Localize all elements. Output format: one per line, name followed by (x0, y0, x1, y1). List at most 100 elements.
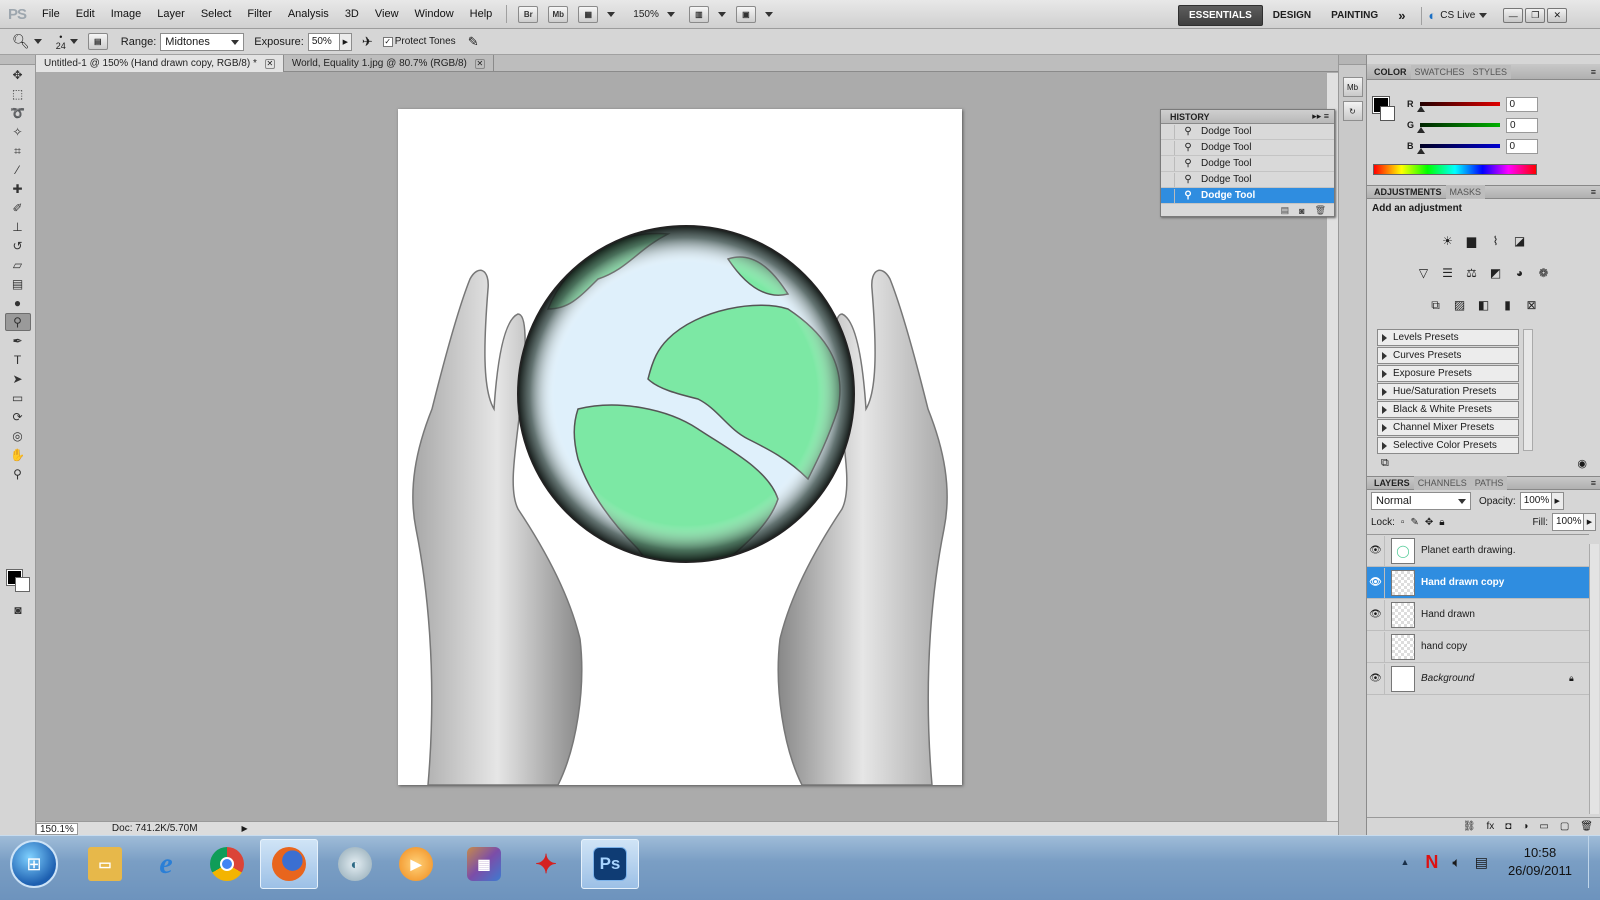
workspace-essentials[interactable]: ESSENTIALS (1178, 5, 1263, 26)
taskbar-image-viewer[interactable]: ▦ (455, 839, 513, 889)
color-slider-r[interactable]: R 0 (1407, 96, 1538, 112)
disclosure-triangle-icon[interactable] (1382, 441, 1387, 450)
exposure-input[interactable]: 50% (307, 32, 340, 51)
show-hidden-icons-icon[interactable]: ▲ (1400, 857, 1409, 867)
chevron-down-icon[interactable] (607, 11, 616, 17)
slider-track[interactable] (1417, 123, 1501, 133)
chevron-down-icon[interactable] (33, 39, 42, 44)
airbrush-icon[interactable]: ✈︎ (362, 34, 373, 50)
background-color-swatch[interactable] (1380, 106, 1395, 121)
black-white-icon[interactable]: ◩ (1486, 264, 1506, 282)
taskbar-chrome[interactable] (198, 839, 256, 889)
document-tab[interactable]: Untitled-1 @ 150% (Hand drawn copy, RGB/… (36, 55, 284, 72)
exposure-slider-toggle[interactable]: ▶ (339, 32, 352, 51)
brush-picker[interactable]: • 24 (56, 32, 66, 51)
taskbar-firefox[interactable] (260, 839, 318, 889)
snapshot-checkbox[interactable] (1161, 172, 1175, 187)
shape-tool-icon[interactable]: ▭ (5, 389, 31, 407)
mini-bridge-button[interactable]: Mb (548, 5, 569, 23)
screen-mode-button[interactable]: ▣ (735, 5, 756, 23)
preset-item[interactable]: Black & White Presets (1377, 401, 1519, 418)
snapshot-checkbox[interactable] (1161, 124, 1175, 139)
network-icon[interactable]: ▤ (1475, 854, 1488, 871)
more-workspaces-button[interactable]: » (1388, 6, 1415, 25)
panel-menu-icon[interactable]: ≡ (1591, 187, 1596, 197)
lock-all-icon[interactable]: 🔒︎ (1439, 517, 1444, 528)
slider-track[interactable] (1416, 144, 1500, 154)
color-spectrum-bar[interactable] (1373, 164, 1537, 175)
threshold-icon[interactable]: ◧ (1474, 296, 1494, 314)
range-select[interactable]: Midtones (160, 32, 245, 51)
healing-brush-tool-icon[interactable]: ✚ (5, 180, 31, 198)
presets-scrollbar[interactable] (1523, 329, 1533, 451)
move-tool-icon[interactable]: ✥ (5, 66, 31, 84)
visibility-eye-icon[interactable]: 👁︎ (1367, 663, 1385, 694)
lock-pixels-icon[interactable]: ✎ (1410, 517, 1418, 528)
disclosure-triangle-icon[interactable] (1382, 369, 1387, 378)
history-item[interactable]: ⚲ Dodge Tool (1161, 124, 1334, 140)
chevron-down-icon[interactable] (666, 11, 675, 17)
disclosure-triangle-icon[interactable] (1382, 351, 1387, 360)
workspace-design[interactable]: DESIGN (1263, 6, 1321, 25)
visibility-eye-icon[interactable]: 👁︎ (1367, 599, 1385, 630)
panel-menu-icon[interactable]: ▸▸ ≡ (1312, 111, 1329, 122)
blur-tool-icon[interactable]: ● (5, 294, 31, 312)
lock-position-icon[interactable]: ✥ (1425, 517, 1433, 528)
menu-layer[interactable]: Layer (149, 0, 193, 29)
slider-thumb[interactable] (1416, 148, 1425, 154)
disclosure-triangle-icon[interactable] (1382, 387, 1387, 396)
zoom-tool-icon[interactable]: ⚲ (5, 465, 31, 483)
tab-adjustments[interactable]: ADJUSTMENTS (1370, 185, 1446, 199)
background-color-swatch[interactable] (15, 577, 30, 592)
quick-mask-icon[interactable]: ◙ (5, 601, 31, 619)
visibility-eye-icon[interactable]: 👁︎ (1367, 567, 1385, 598)
snapshot-checkbox[interactable] (1161, 140, 1175, 155)
tab-channels[interactable]: CHANNELS (1413, 476, 1471, 490)
channel-value-input[interactable]: 0 (1505, 96, 1538, 112)
preset-item[interactable]: Exposure Presets (1377, 365, 1519, 382)
chevron-down-icon[interactable] (717, 11, 726, 17)
show-desktop-button[interactable] (1588, 836, 1600, 888)
menu-file[interactable]: File (34, 0, 68, 29)
tablet-pressure-icon[interactable]: ✎ (468, 34, 479, 50)
tab-layers[interactable]: LAYERS (1370, 476, 1414, 490)
panel-grip[interactable] (0, 55, 35, 65)
history-brush-tool-icon[interactable]: ↺ (5, 237, 31, 255)
color-balance-icon[interactable]: ⚖ (1462, 264, 1482, 282)
chevron-down-icon[interactable] (1479, 13, 1488, 18)
gradient-tool-icon[interactable]: ▤ (5, 275, 31, 293)
photo-filter-icon[interactable]: ◕ (1510, 264, 1530, 282)
channel-value-input[interactable]: 0 (1505, 138, 1538, 154)
preset-item[interactable]: Curves Presets (1377, 347, 1519, 364)
pen-tool-icon[interactable]: ✒ (5, 332, 31, 350)
brush-panel-button[interactable]: ▤ (87, 33, 108, 50)
panel-grip[interactable] (1339, 55, 1366, 65)
panel-menu-icon[interactable]: ≡ (1591, 67, 1596, 77)
visibility-eye-icon[interactable]: 👁︎ (1367, 535, 1385, 566)
menu-3d[interactable]: 3D (337, 0, 367, 29)
menu-filter[interactable]: Filter (239, 0, 279, 29)
delete-state-icon[interactable]: 🗑︎ (1315, 205, 1326, 216)
preset-item[interactable]: Hue/Saturation Presets (1377, 383, 1519, 400)
taskbar-sbp-app[interactable]: ✦ (517, 839, 575, 889)
selective-color-icon[interactable]: ⊠ (1522, 296, 1542, 314)
lock-transparent-icon[interactable]: ▫ (1401, 517, 1405, 528)
layer-row[interactable]: 👁︎ ◯ Planet earth drawing. (1367, 535, 1589, 567)
quick-selection-tool-icon[interactable]: ✧ (5, 123, 31, 141)
3d-orbit-tool-icon[interactable]: ◎ (5, 427, 31, 445)
start-button[interactable]: ⊞ (10, 840, 58, 888)
taskbar-media-player[interactable]: ▶ (387, 839, 445, 889)
delete-layer-icon[interactable]: 🗑︎ (1580, 821, 1593, 832)
vibrance-icon[interactable]: ▽ (1414, 264, 1434, 282)
layer-row[interactable]: 👁︎ Hand drawn (1367, 599, 1589, 631)
minimize-button[interactable]: — (1503, 8, 1524, 23)
channel-value-input[interactable]: 0 (1506, 117, 1539, 133)
new-adjustment-layer-icon[interactable]: ◑ (1522, 821, 1528, 832)
snapshot-checkbox[interactable] (1161, 156, 1175, 171)
menu-window[interactable]: Window (407, 0, 462, 29)
disclosure-triangle-icon[interactable] (1382, 423, 1387, 432)
path-selection-tool-icon[interactable]: ➤ (5, 370, 31, 388)
layer-style-icon[interactable]: fx (1487, 821, 1495, 832)
tab-color[interactable]: COLOR (1370, 65, 1411, 79)
bridge-button[interactable]: Br (518, 5, 539, 23)
